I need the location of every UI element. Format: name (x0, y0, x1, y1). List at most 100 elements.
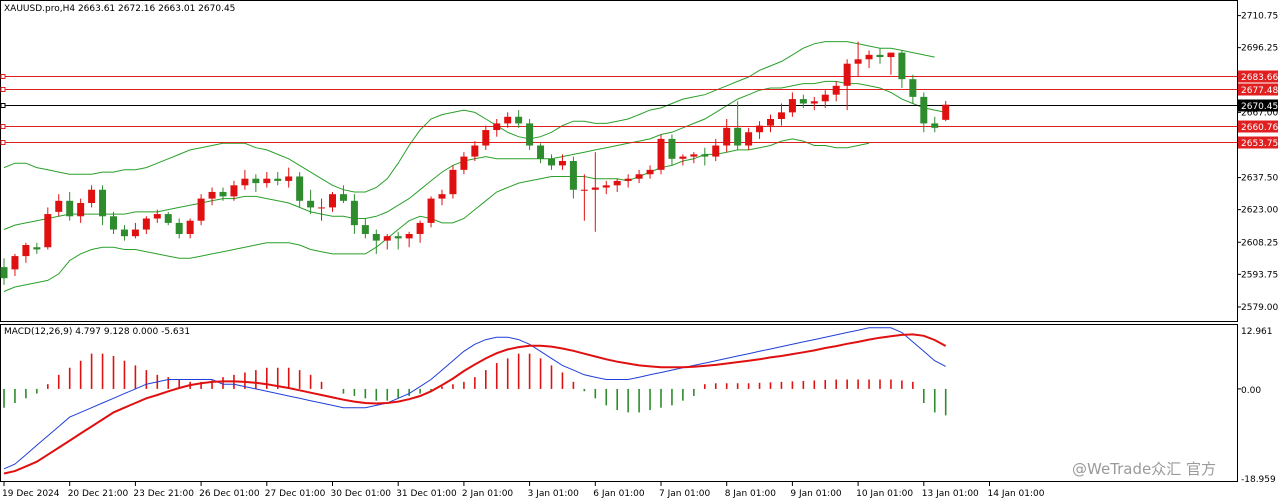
candle-body (318, 207, 326, 209)
candle-body (493, 123, 501, 131)
candle-body (580, 189, 588, 191)
candle-body (394, 236, 402, 239)
candle-body (504, 116, 512, 124)
time-axis-label: 13 Jan 01:00 (922, 489, 979, 499)
candle-body (876, 54, 884, 58)
price-axis-label: 2623.00 (1241, 206, 1278, 216)
candle-body (646, 169, 654, 175)
time-axis-label: 20 Dec 21:00 (68, 489, 129, 499)
candle-body (88, 189, 96, 204)
level-label-text: 2677.48 (1241, 86, 1278, 96)
time-axis-label: 19 Dec 2024 (2, 489, 60, 499)
candle-body (77, 203, 85, 217)
macd-pane[interactable] (0, 324, 1238, 482)
candle-body (0, 267, 8, 279)
price-axis-label: 2637.50 (1241, 174, 1278, 184)
candle-body (460, 156, 468, 170)
level-anchor-handle (0, 87, 6, 92)
candle-body (668, 138, 676, 159)
candle-body (887, 52, 895, 58)
candle-body (186, 220, 194, 234)
candle-body (865, 54, 873, 60)
time-axis-label: 7 Jan 01:00 (659, 489, 711, 499)
price-axis-label: 2608.25 (1241, 238, 1278, 248)
candle-body (329, 194, 336, 208)
candle-body (350, 200, 358, 226)
candle-body (33, 247, 41, 250)
level-label-text: 2670.45 (1241, 102, 1278, 112)
candle-body (788, 99, 796, 113)
candle-body (920, 96, 928, 124)
candle-body (449, 169, 457, 195)
time-axis-label: 31 Dec 01:00 (396, 489, 457, 499)
candle-body (613, 180, 621, 186)
candle-body (482, 130, 490, 146)
candle-body (679, 156, 687, 159)
candle-body (537, 145, 545, 159)
candle-body (624, 178, 632, 181)
time-axis-label: 27 Dec 01:00 (265, 489, 326, 499)
candle-body (657, 138, 665, 170)
candle-body (799, 99, 807, 104)
candle-body (383, 236, 391, 241)
candle-body (405, 233, 413, 239)
level-label-text: 2653.75 (1241, 139, 1278, 149)
candle-body (219, 191, 227, 197)
candle-body (942, 104, 950, 120)
candle-body (898, 52, 906, 80)
level-label-text: 2660.76 (1241, 123, 1278, 133)
candle-body (526, 123, 534, 146)
candle-body (274, 178, 282, 181)
candle-body (197, 198, 205, 221)
candle-body (153, 214, 161, 219)
time-axis-label: 10 Jan 01:00 (856, 489, 913, 499)
time-axis-label: 2 Jan 01:00 (462, 489, 514, 499)
level-labels: 2683.66 2677.48 2670.45 2660.76 2653.75 (1238, 70, 1278, 149)
candle-body (131, 229, 139, 237)
macd-axis-top: 12.961 (1241, 327, 1273, 337)
candle-body (471, 145, 479, 157)
candle-body (22, 245, 30, 257)
candle-body (602, 185, 610, 188)
time-axis-label: 14 Jan 01:00 (988, 489, 1045, 499)
candle-body (767, 118, 774, 126)
candle-body (438, 194, 446, 199)
time-axis-label: 8 Jan 01:00 (725, 489, 777, 499)
candle-body (854, 59, 862, 64)
chart-canvas[interactable]: 2710.752696.252683.662677.482670.452667.… (0, 0, 1280, 500)
candle-body (427, 198, 435, 223)
level-anchor-handle (0, 103, 6, 108)
level-anchor-handle (0, 74, 6, 79)
macd-axis-bottom: -18.959 (1241, 475, 1276, 485)
candle-body (99, 189, 107, 217)
candle-body (296, 176, 304, 201)
price-pane[interactable] (0, 0, 1238, 322)
macd-label: MACD(12,26,9) 4.797 9.128 0.000 -5.631 (4, 327, 190, 337)
candle-body (44, 214, 52, 248)
candle-body (756, 125, 764, 133)
price-axis-label: 2593.75 (1241, 270, 1278, 280)
candle-body (142, 218, 150, 230)
candle-body (569, 161, 577, 190)
symbol-header: XAUUSD.pro,H4 2663.61 2672.16 2663.01 26… (4, 4, 235, 14)
time-axis-label: 6 Jan 01:00 (593, 489, 645, 499)
price-axis-label: 2710.75 (1241, 12, 1278, 22)
candle-body (175, 222, 183, 234)
candle-body (252, 178, 260, 184)
candle-body (164, 214, 172, 223)
candle-body (701, 154, 709, 157)
candle-body (361, 225, 369, 234)
price-axis-label: 2696.25 (1241, 44, 1278, 54)
price-axis-label: 2579.00 (1241, 303, 1278, 313)
time-axis-label: 23 Dec 21:00 (133, 489, 194, 499)
candle-body (285, 176, 293, 181)
time-axis-label: 30 Dec 01:00 (331, 489, 392, 499)
candle-body (723, 127, 731, 146)
candle-body (208, 191, 216, 199)
candle-body (909, 79, 917, 97)
candle-body (635, 174, 643, 179)
candle-body (120, 229, 128, 237)
time-axis-label: 3 Jan 01:00 (528, 489, 580, 499)
candle-body (241, 178, 249, 186)
candle-body (843, 63, 851, 86)
